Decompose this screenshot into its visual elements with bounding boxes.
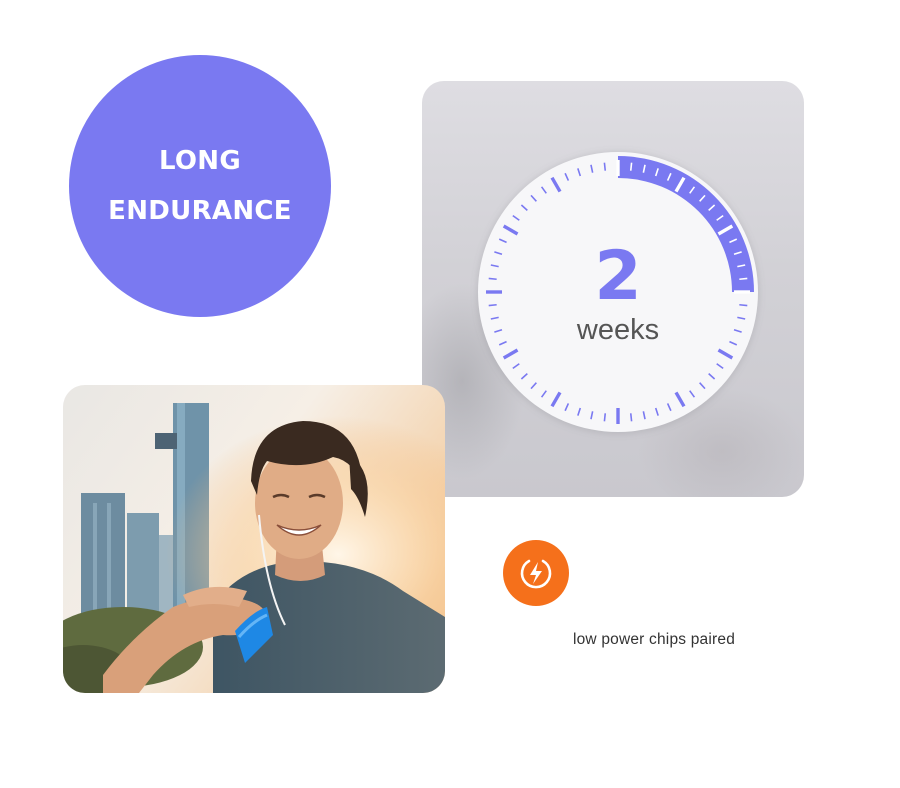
endurance-badge: LONG ENDURANCE bbox=[69, 55, 331, 317]
badge-line-1: LONG bbox=[158, 146, 242, 176]
lightning-bolt-glyph bbox=[520, 559, 552, 589]
lightning-bolt-icon bbox=[503, 540, 569, 606]
dial-unit: weeks bbox=[576, 314, 659, 346]
dial-minor-tick bbox=[488, 277, 497, 281]
dial-minor-tick bbox=[603, 162, 607, 171]
dial-value: 2 bbox=[594, 237, 641, 316]
dial-minor-tick bbox=[629, 413, 633, 422]
runner-photo-illustration bbox=[63, 385, 445, 693]
battery-dial-card: 2 weeks bbox=[422, 81, 804, 497]
dial-graphic: 2 weeks bbox=[476, 151, 760, 435]
dial-minor-tick bbox=[739, 303, 748, 307]
power-caption: low power chips paired bbox=[572, 631, 736, 648]
badge-line-2: ENDURANCE bbox=[108, 196, 292, 226]
dial-minor-tick bbox=[629, 162, 633, 171]
runner-photo bbox=[63, 385, 445, 693]
dial-minor-tick bbox=[739, 277, 748, 281]
dial-minor-tick bbox=[603, 413, 607, 422]
dial-minor-tick bbox=[488, 303, 497, 307]
